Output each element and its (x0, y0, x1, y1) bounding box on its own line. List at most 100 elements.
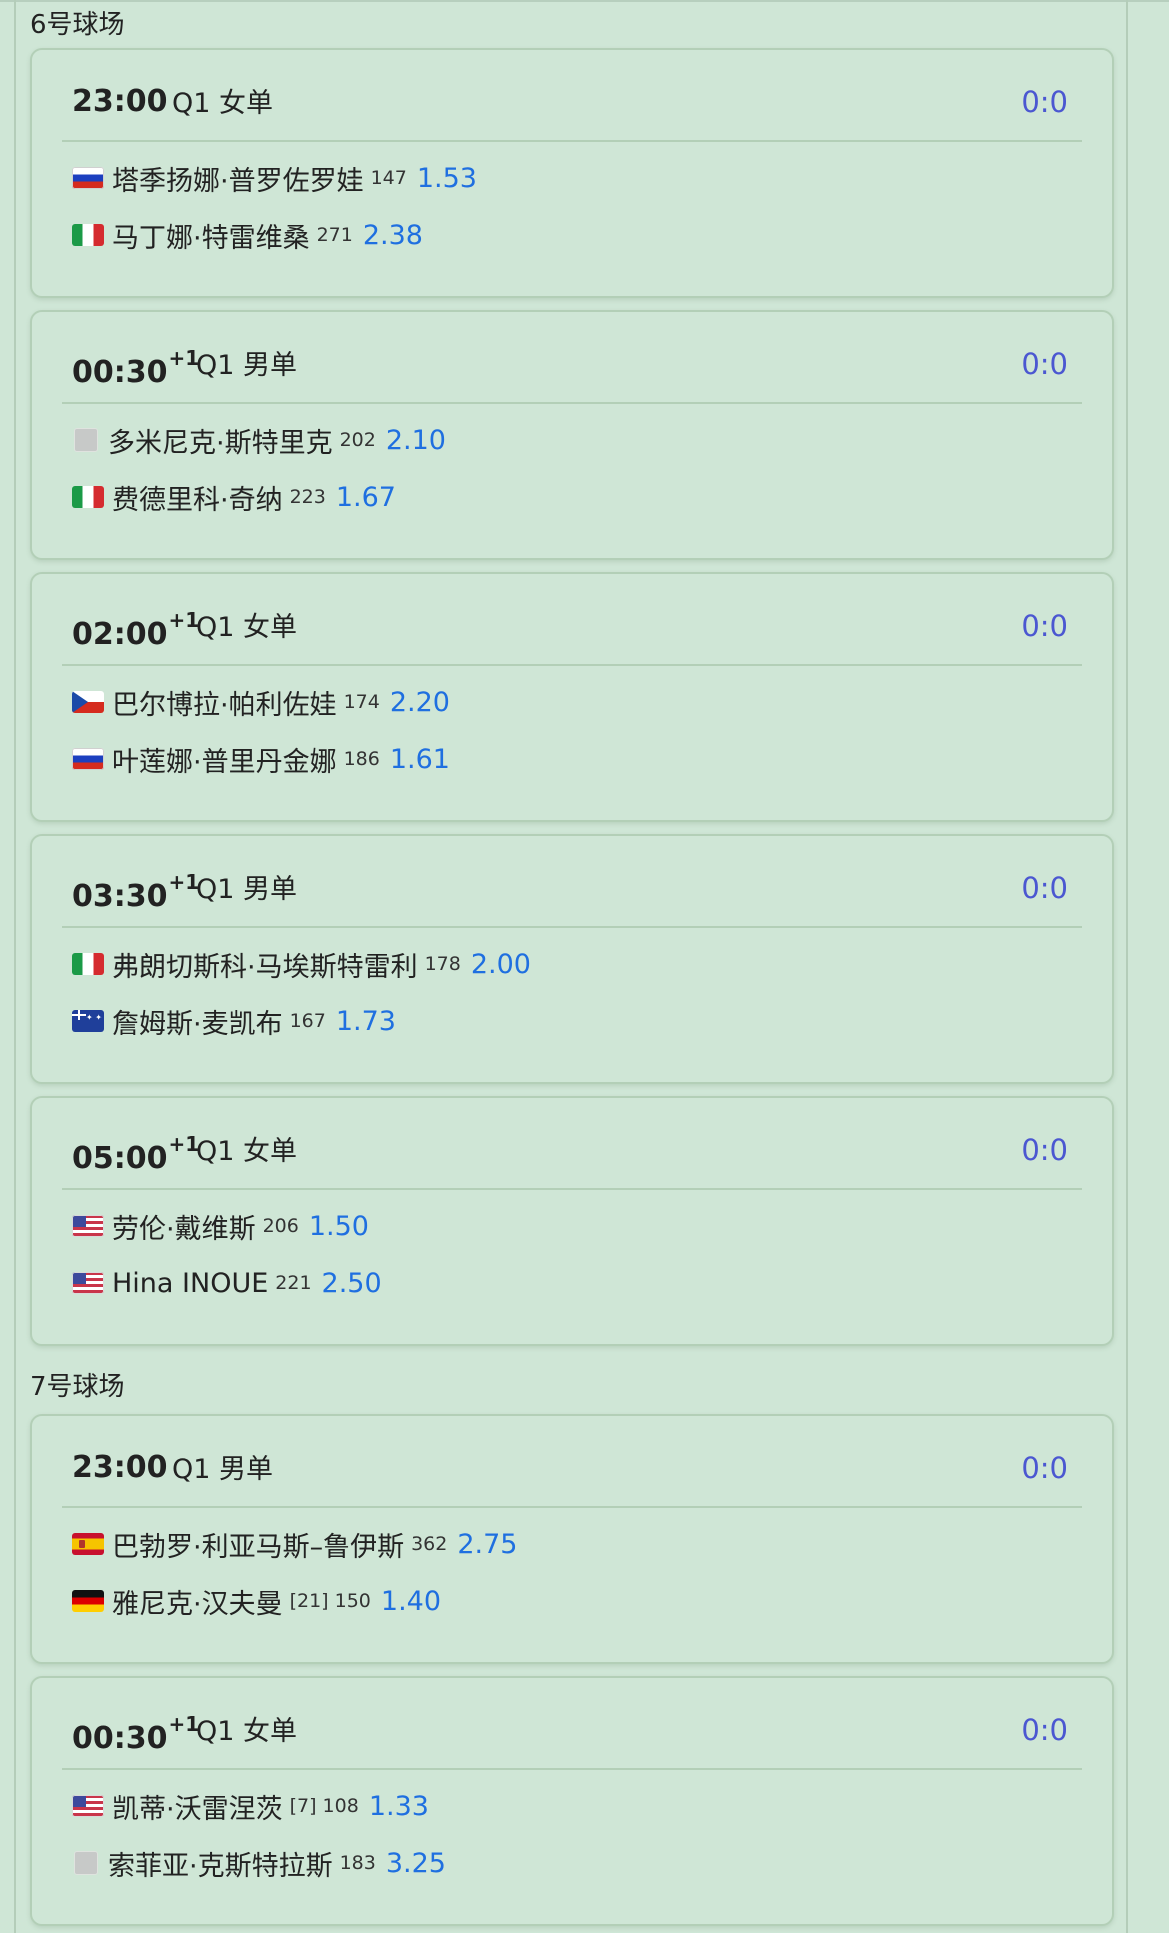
category-label: 男单 (219, 1454, 274, 1485)
round-label: Q1 (196, 1136, 235, 1167)
player-name[interactable]: 凯蒂·沃雷涅茨 (112, 1787, 283, 1826)
match-score[interactable]: 0:0 (1021, 346, 1068, 382)
player-odds[interactable]: 1.53 (417, 163, 477, 194)
flag-usa-icon (72, 1272, 104, 1294)
player-name[interactable]: 叶莲娜·普里丹金娜 (112, 740, 337, 779)
flag-russia-icon (72, 167, 104, 189)
player-row[interactable]: 巴尔博拉·帕利佐娃 174 2.20 (72, 682, 450, 722)
player-odds[interactable]: 2.50 (322, 1268, 382, 1299)
player-rank: [21] 150 (289, 1590, 371, 1612)
player-rank: [7] 108 (289, 1795, 359, 1817)
match-time-value: 05:00 (72, 1141, 168, 1176)
match-round: Q1 男单 (196, 348, 297, 384)
round-label: Q1 (172, 88, 211, 119)
day-offset: +1 (168, 870, 200, 894)
match-round: Q1 女单 (172, 86, 273, 122)
match-card[interactable]: 03:30+1Q1 男单 0:0 弗朗切斯科·马埃斯特雷利 178 2.00 詹姆斯·麦凯… (30, 834, 1114, 1084)
match-card[interactable]: 05:00+1 Q1 女单 0:0 劳伦·戴维斯 206 1.50 Hina INOUE 22… (30, 1096, 1114, 1346)
player-odds[interactable]: 2.38 (363, 220, 423, 251)
match-header: 05:00+1 Q1 女单 0:0 (62, 1098, 1082, 1190)
match-card[interactable]: 00:30+1 Q1 男单 0:0 多米尼克·斯特里克 202 2.10 费德里科·奇纳 22… (30, 310, 1114, 560)
player-rank: 186 (343, 748, 380, 770)
player-row[interactable]: 费德里科·奇纳 223 1.67 (72, 477, 396, 517)
player-odds[interactable]: 1.61 (390, 744, 450, 775)
player-name[interactable]: 多米尼克·斯特里克 (108, 421, 333, 460)
match-round: Q1 女单 (196, 1134, 297, 1170)
player-row[interactable]: 詹姆斯·麦凯布 167 1.73 (72, 1001, 396, 1041)
player-row[interactable]: 劳伦·戴维斯 206 1.50 (72, 1206, 369, 1246)
player-odds[interactable]: 3.25 (386, 1848, 446, 1879)
player-rank: 178 (424, 953, 461, 975)
match-score[interactable]: 0:0 (1021, 84, 1068, 120)
player-name[interactable]: 巴勃罗·利亚马斯–鲁伊斯 (112, 1525, 404, 1564)
flag-spain-icon (72, 1533, 104, 1555)
match-score[interactable]: 0:0 (1021, 870, 1068, 906)
match-time: 05:00+1 (72, 1132, 199, 1177)
player-rank: 202 (339, 429, 376, 451)
match-score[interactable]: 0:0 (1021, 608, 1068, 644)
flag-czech-icon (72, 691, 104, 713)
match-time: 00:30+1 (72, 1712, 199, 1757)
match-header: 00:30+1 Q1 男单 0:0 (62, 312, 1082, 404)
player-row[interactable]: 弗朗切斯科·马埃斯特雷利 178 2.00 (72, 944, 531, 984)
player-row[interactable]: 巴勃罗·利亚马斯–鲁伊斯 362 2.75 (72, 1524, 517, 1564)
player-row[interactable]: 叶莲娜·普里丹金娜 186 1.61 (72, 739, 450, 779)
category-label: 男单 (243, 350, 298, 381)
match-card[interactable]: 23:00 Q1 男单 0:0 巴勃罗·利亚马斯–鲁伊斯 362 2.75 雅尼克·汉夫曼 [… (30, 1414, 1114, 1664)
player-name[interactable]: 劳伦·戴维斯 (112, 1207, 256, 1246)
player-name[interactable]: 巴尔博拉·帕利佐娃 (112, 683, 337, 722)
match-card[interactable]: 23:00 Q1 女单 0:0 塔季扬娜·普罗佐罗娃 147 1.53 马丁娜·特雷维桑 27… (30, 48, 1114, 298)
player-name[interactable]: 费德里科·奇纳 (112, 478, 283, 517)
match-time-value: 00:30 (72, 1721, 168, 1756)
flag-placeholder-icon (74, 428, 98, 452)
match-round: Q1 男单 (172, 1452, 273, 1488)
player-odds[interactable]: 1.67 (336, 482, 396, 513)
match-time-value: 03:30 (72, 879, 168, 914)
player-row[interactable]: 索菲亚·克斯特拉斯 183 3.25 (72, 1843, 446, 1883)
match-score[interactable]: 0:0 (1021, 1450, 1068, 1486)
player-odds[interactable]: 1.33 (369, 1791, 429, 1822)
player-row[interactable]: 马丁娜·特雷维桑 271 2.38 (72, 215, 423, 255)
player-name[interactable]: Hina INOUE (112, 1268, 268, 1299)
player-rank: 183 (339, 1852, 376, 1874)
day-offset: +1 (168, 1712, 200, 1736)
flag-australia-icon (72, 1010, 104, 1032)
match-card[interactable]: 02:00+1 Q1 女单 0:0 巴尔博拉·帕利佐娃 174 2.20 叶莲娜·普里丹金娜… (30, 572, 1114, 822)
round-label: Q1 (172, 1454, 211, 1485)
match-score[interactable]: 0:0 (1021, 1132, 1068, 1168)
category-label: 女单 (219, 88, 274, 119)
player-odds[interactable]: 1.50 (309, 1211, 369, 1242)
match-round: Q1 女单 (196, 1714, 297, 1750)
player-odds[interactable]: 2.75 (457, 1529, 517, 1560)
player-odds[interactable]: 2.20 (390, 687, 450, 718)
match-header: 23:00 Q1 女单 0:0 (62, 50, 1082, 142)
match-time: 23:00 (72, 1450, 168, 1486)
flag-italy-icon (72, 224, 104, 246)
player-rank: 271 (316, 224, 353, 246)
player-row[interactable]: 塔季扬娜·普罗佐罗娃 147 1.53 (72, 158, 477, 198)
player-name[interactable]: 弗朗切斯科·马埃斯特雷利 (112, 945, 418, 984)
player-row[interactable]: 雅尼克·汉夫曼 [21] 150 1.40 (72, 1581, 441, 1621)
player-odds[interactable]: 2.10 (386, 425, 446, 456)
player-name[interactable]: 詹姆斯·麦凯布 (112, 1002, 283, 1041)
player-row[interactable]: 多米尼克·斯特里克 202 2.10 (72, 420, 446, 460)
match-card[interactable]: 00:30+1 Q1 女单 0:0 凯蒂·沃雷涅茨 [7] 108 1.33 索菲亚·克斯特… (30, 1676, 1114, 1926)
player-name[interactable]: 马丁娜·特雷维桑 (112, 216, 310, 255)
match-time-value: 23:00 (72, 84, 168, 119)
player-name[interactable]: 雅尼克·汉夫曼 (112, 1582, 283, 1621)
player-odds[interactable]: 2.00 (471, 949, 531, 980)
player-row[interactable]: Hina INOUE 221 2.50 (72, 1263, 382, 1303)
player-row[interactable]: 凯蒂·沃雷涅茨 [7] 108 1.33 (72, 1786, 429, 1826)
player-rank: 221 (275, 1272, 312, 1294)
flag-italy-icon (72, 953, 104, 975)
category-label: 女单 (243, 1716, 298, 1747)
player-name[interactable]: 索菲亚·克斯特拉斯 (108, 1844, 333, 1883)
player-odds[interactable]: 1.40 (381, 1586, 441, 1617)
round-label: Q1 (196, 350, 235, 381)
player-name[interactable]: 塔季扬娜·普罗佐罗娃 (112, 159, 364, 198)
match-score[interactable]: 0:0 (1021, 1712, 1068, 1748)
round-label: Q1 (196, 612, 235, 643)
match-header: 00:30+1 Q1 女单 0:0 (62, 1678, 1082, 1770)
player-odds[interactable]: 1.73 (336, 1006, 396, 1037)
category-label: 男单 (243, 874, 298, 905)
